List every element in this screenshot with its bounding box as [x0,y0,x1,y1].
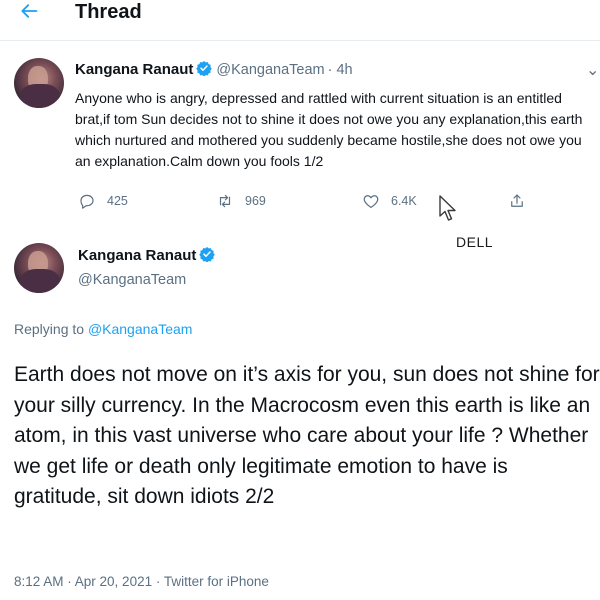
page-title: Thread [75,1,142,23]
retweet-button[interactable]: 969 [216,192,266,210]
reply-icon [80,194,94,209]
back-arrow-icon[interactable] [18,1,40,21]
tweet1-text: Anyone who is angry, depressed and rattl… [75,90,583,169]
verified-badge-icon [196,61,213,76]
author-handle[interactable]: @KanganaTeam [78,272,186,288]
tweet-timestamp[interactable]: 8:12 AM · Apr 20, 2021 · Twitter for iPh… [14,574,269,589]
author-name[interactable]: Kangana Ranaut [78,247,196,264]
share-button[interactable] [508,192,537,210]
tweet-time[interactable]: · 4h [328,62,353,78]
tweet2-author-row: Kangana Ranaut [78,246,216,265]
replying-handle-link[interactable]: @KanganaTeam [88,321,193,337]
reply-count: 425 [107,194,128,208]
more-options-icon[interactable]: ⌄ [586,60,599,80]
replying-prefix: Replying to [14,321,88,337]
verified-badge-icon [199,247,216,262]
heart-icon [363,195,379,208]
tweet1-actions: 425 969 6.4K [0,192,600,216]
author-handle[interactable]: @KanganaTeam [216,62,324,78]
header-divider [0,40,600,41]
mouse-cursor-icon [439,195,456,221]
watermark-label: DELL [456,234,494,250]
retweet-icon [219,194,231,208]
like-count: 6.4K [391,194,417,208]
tweet2-text: Earth does not move on it’s axis for you… [14,363,600,508]
tweet1-header: Kangana Ranaut @KanganaTeam · 4h [75,60,353,79]
avatar[interactable] [14,243,64,293]
thread-header: Thread [0,0,600,30]
replying-to: Replying to @KanganaTeam [14,321,192,337]
retweet-count: 969 [245,194,266,208]
reply-button[interactable]: 425 [78,192,128,210]
share-icon [511,194,523,207]
like-button[interactable]: 6.4K [362,192,417,210]
author-name[interactable]: Kangana Ranaut [75,61,193,78]
avatar[interactable] [14,58,64,108]
